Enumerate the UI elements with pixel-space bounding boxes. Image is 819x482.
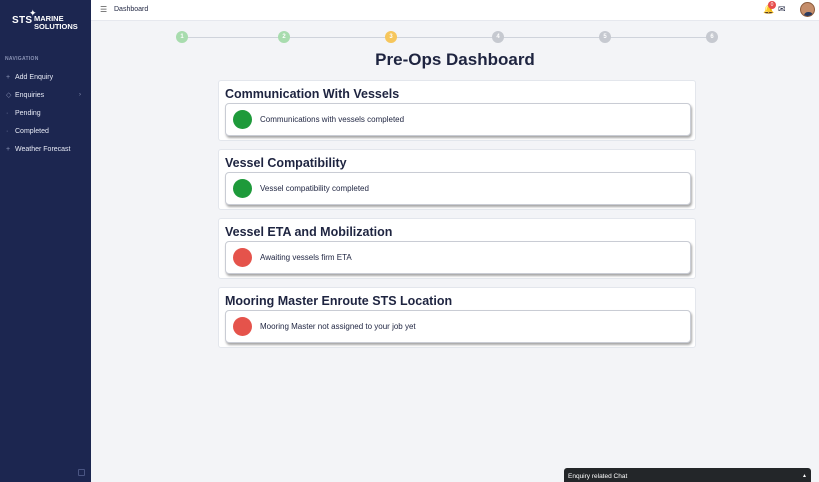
sidebar: ✦ STS MARINE SOLUTIONS NAVIGATION + Add …	[0, 0, 91, 482]
sidebar-item-weather-forecast[interactable]: + Weather Forecast	[0, 140, 91, 158]
sidebar-collapse-icon[interactable]	[78, 469, 85, 476]
dot-icon: ·	[6, 109, 9, 117]
sidebar-item-pending[interactable]: · Pending	[0, 104, 91, 122]
step-5[interactable]: 5	[599, 31, 611, 43]
card-title: Vessel Compatibility	[225, 156, 347, 170]
sidebar-item-label: Pending	[15, 109, 41, 117]
sidebar-item-completed[interactable]: · Completed	[0, 122, 91, 140]
card-communication-with-vessels: Communication With Vessels Communication…	[218, 80, 696, 141]
status-dot-icon	[233, 179, 252, 198]
step-2[interactable]: 2	[278, 31, 290, 43]
tag-icon: ◇	[6, 92, 12, 99]
breadcrumb[interactable]: Dashboard	[114, 6, 148, 13]
nav-list: + Add Enquiry ◇ Enquiries › · Pending · …	[0, 68, 91, 158]
status-dot-icon	[233, 110, 252, 129]
status-dot-icon	[233, 317, 252, 336]
hamburger-menu-icon[interactable]: ☰	[100, 5, 107, 14]
step-4[interactable]: 4	[492, 31, 504, 43]
step-3[interactable]: 3	[385, 31, 397, 43]
sidebar-item-label: Enquiries	[15, 91, 45, 99]
card-title: Vessel ETA and Mobilization	[225, 225, 393, 239]
status-box[interactable]: Awaiting vessels firm ETA	[225, 241, 691, 274]
brand-name: MARINE SOLUTIONS	[34, 14, 78, 31]
status-box[interactable]: Vessel compatibility completed	[225, 172, 691, 205]
brand-logo[interactable]: ✦ STS MARINE SOLUTIONS	[10, 8, 82, 34]
chevron-right-icon: ›	[79, 92, 81, 98]
status-box[interactable]: Mooring Master not assigned to your job …	[225, 310, 691, 343]
status-text: Awaiting vessels firm ETA	[260, 253, 352, 262]
top-bar: ☰ Dashboard 🔔 0 ✉	[91, 0, 819, 21]
plus-icon: +	[6, 145, 11, 153]
enquiry-chat-bar[interactable]: Enquiry related Chat ▲	[564, 468, 811, 482]
plus-icon: +	[6, 73, 11, 81]
status-text: Mooring Master not assigned to your job …	[260, 322, 416, 331]
step-6[interactable]: 6	[706, 31, 718, 43]
status-text: Communications with vessels completed	[260, 115, 405, 124]
status-text: Vessel compatibility completed	[260, 184, 369, 193]
step-1[interactable]: 1	[176, 31, 188, 43]
sidebar-item-enquiries[interactable]: ◇ Enquiries ›	[0, 86, 91, 104]
status-cards: Communication With Vessels Communication…	[218, 80, 696, 356]
status-box[interactable]: Communications with vessels completed	[225, 103, 691, 136]
card-title: Communication With Vessels	[225, 87, 400, 101]
caret-up-icon[interactable]: ▲	[802, 473, 807, 479]
mail-icon[interactable]: ✉	[778, 4, 786, 15]
stepper-line	[182, 37, 708, 38]
card-vessel-eta-mobilization: Vessel ETA and Mobilization Awaiting ves…	[218, 218, 696, 279]
sidebar-item-label: Completed	[15, 127, 49, 135]
page-title-wrap: Pre-Ops Dashboard	[0, 50, 819, 70]
page-title: Pre-Ops Dashboard	[375, 50, 535, 69]
card-vessel-compatibility: Vessel Compatibility Vessel compatibilit…	[218, 149, 696, 210]
progress-stepper: 1 2 3 4 5 6	[176, 31, 718, 43]
card-mooring-master-enroute: Mooring Master Enroute STS Location Moor…	[218, 287, 696, 348]
notification-badge: 0	[768, 1, 776, 9]
avatar[interactable]	[800, 2, 815, 17]
sidebar-item-label: Add Enquiry	[15, 73, 54, 81]
card-title: Mooring Master Enroute STS Location	[225, 294, 453, 308]
brand-short: STS	[12, 15, 33, 26]
chat-label: Enquiry related Chat	[568, 473, 628, 480]
dot-icon: ·	[6, 127, 9, 135]
sidebar-item-add-enquiry[interactable]: + Add Enquiry	[0, 68, 91, 86]
sidebar-item-label: Weather Forecast	[15, 145, 71, 153]
status-dot-icon	[233, 248, 252, 267]
